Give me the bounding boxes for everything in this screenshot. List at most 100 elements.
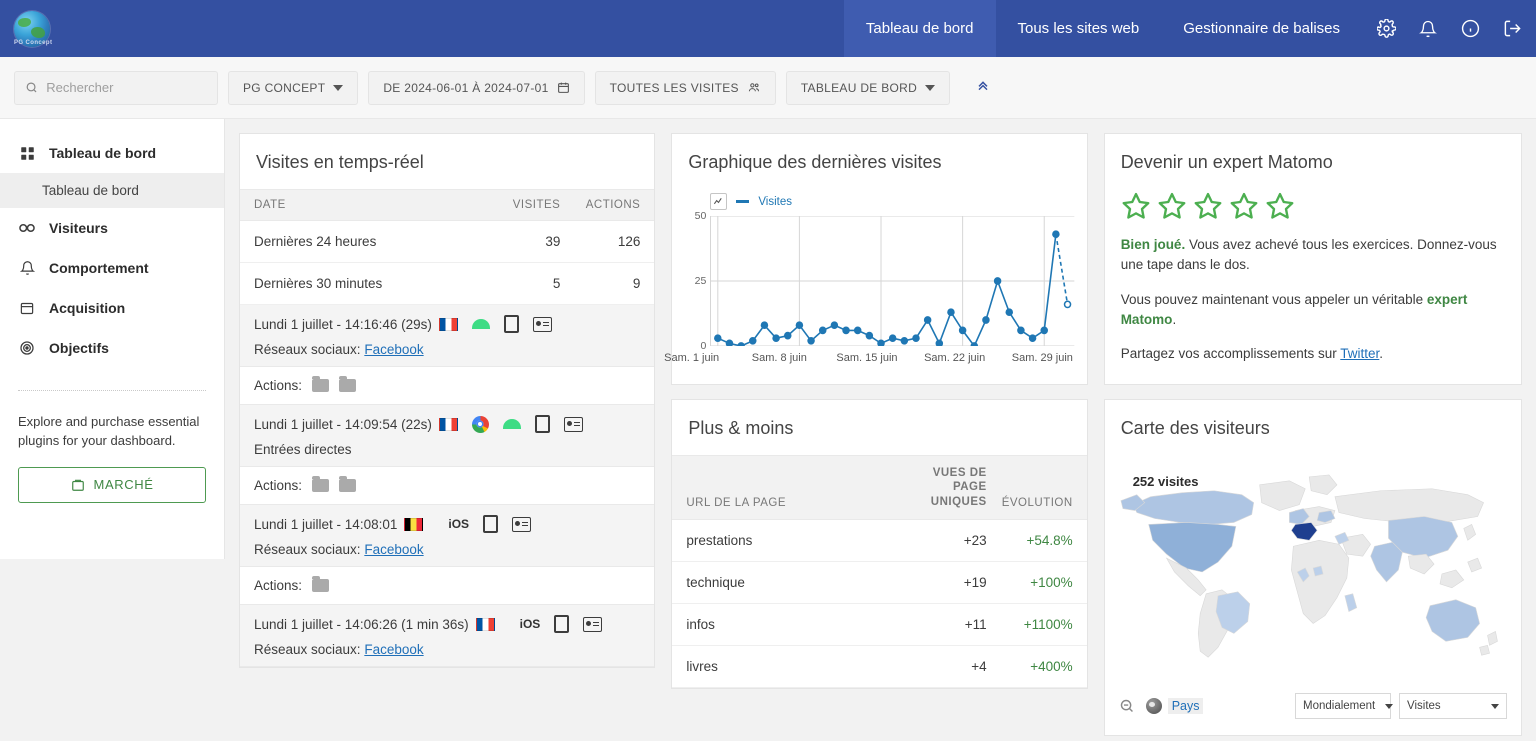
table-row[interactable]: prestations +23 +54.8%: [672, 520, 1087, 563]
world-map[interactable]: 252 visites: [1115, 455, 1511, 687]
visit-entry[interactable]: Lundi 1 juillet - 14:16:46 (29s) Réseaux…: [240, 305, 655, 367]
page-icon[interactable]: [312, 476, 330, 492]
chart-point[interactable]: [902, 338, 908, 344]
sidebar-item-tableau-de-bord[interactable]: Tableau de bord: [0, 133, 224, 173]
referrer-link[interactable]: Facebook: [364, 542, 423, 557]
search-box[interactable]: [14, 70, 218, 105]
visit-time: Lundi 1 juillet - 14:16:46 (29s): [254, 316, 432, 332]
nav-tous-les-sites-web[interactable]: Tous les sites web: [996, 0, 1162, 57]
chart-point[interactable]: [843, 327, 849, 333]
chart-point[interactable]: [797, 322, 803, 328]
chart-point[interactable]: [948, 309, 954, 315]
chart-point[interactable]: [1018, 327, 1024, 333]
sidebar-item-comportement[interactable]: Comportement: [0, 248, 224, 288]
logo-caption: PG Concept: [14, 40, 53, 46]
summary-visits: 39: [545, 234, 561, 249]
chart-point[interactable]: [1065, 301, 1071, 307]
twitter-link[interactable]: Twitter: [1340, 346, 1379, 361]
search-input[interactable]: [46, 80, 207, 95]
chart-point[interactable]: [867, 333, 873, 339]
map-scope-value: Mondialement: [1303, 700, 1376, 713]
sidebar-label: Visiteurs: [49, 220, 108, 236]
zoom-out-icon[interactable]: [1119, 698, 1136, 715]
sidebar-item-visiteurs[interactable]: Visiteurs: [0, 208, 224, 248]
flag-belgium-icon: [404, 517, 424, 531]
chart-point[interactable]: [1042, 327, 1048, 333]
chart-point[interactable]: [855, 327, 861, 333]
page-icon[interactable]: [339, 476, 357, 492]
row-views: +4: [971, 659, 987, 675]
visit-entry[interactable]: Lundi 1 juillet - 14:09:54 (22s) Entrées…: [240, 405, 655, 467]
chevron-down-icon: [1385, 703, 1394, 709]
archive-icon: [18, 299, 36, 317]
chart-point[interactable]: [913, 335, 919, 341]
table-row[interactable]: infos +11 +1100%: [672, 604, 1087, 647]
chart-point[interactable]: [1053, 231, 1059, 237]
expert-text-3a: Partagez vos accomplissements sur: [1120, 346, 1341, 361]
table-row[interactable]: livres +4 +400%: [672, 646, 1087, 689]
chart-point[interactable]: [1007, 309, 1013, 315]
map-country-label: Pays: [1167, 698, 1204, 715]
chart-point[interactable]: [1030, 335, 1036, 341]
collapse-toolbar-button[interactable]: [966, 73, 1000, 102]
visitor-profile-icon[interactable]: [563, 416, 583, 432]
sidebar-subitem-tableau-de-bord[interactable]: Tableau de bord: [0, 173, 224, 208]
date-range-button[interactable]: DE 2024-06-01 À 2024-07-01: [368, 70, 585, 105]
mobile-icon: [534, 415, 550, 433]
star-icon: [1158, 192, 1186, 219]
page-icon[interactable]: [312, 576, 330, 592]
table-row[interactable]: Dernières 30 minutes 5 9: [240, 263, 655, 305]
marche-button[interactable]: MARCHÉ: [18, 466, 206, 503]
table-row[interactable]: Dernières 24 heures 39 126: [240, 221, 655, 263]
filter-bar: PG CONCEPT DE 2024-06-01 À 2024-07-01 TO…: [0, 57, 1536, 119]
summary-actions: 126: [617, 234, 641, 249]
x-tick-label: Sam. 29 juin: [1011, 352, 1073, 364]
logo[interactable]: PG Concept: [0, 0, 210, 57]
sidebar-item-acquisition[interactable]: Acquisition: [0, 288, 224, 328]
gear-icon[interactable]: [1376, 19, 1396, 39]
column-actions: ACTIONS: [585, 199, 641, 211]
chart-point[interactable]: [715, 335, 721, 341]
dashboard-selector-button[interactable]: TABLEAU DE BORD: [785, 70, 951, 105]
chart-x-axis: Sam. 1 juin Sam. 8 juin Sam. 15 juin Sam. 2…: [664, 346, 1074, 370]
map-metric-select[interactable]: Visites: [1399, 693, 1508, 720]
chart-point[interactable]: [808, 338, 814, 344]
map-scope-select[interactable]: Mondialement: [1295, 693, 1394, 720]
chart-point[interactable]: [960, 327, 966, 333]
nav-gestionnaire-de-balises[interactable]: Gestionnaire de balises: [1161, 0, 1362, 57]
table-row[interactable]: technique +19 +100%: [672, 562, 1087, 605]
chevron-double-up-icon: [978, 81, 988, 91]
map-country-toggle[interactable]: Pays: [1145, 698, 1204, 715]
visitor-profile-icon[interactable]: [532, 316, 552, 332]
visitor-profile-icon[interactable]: [512, 516, 532, 532]
page-icon[interactable]: [312, 376, 330, 392]
chart-point[interactable]: [750, 338, 756, 344]
logout-icon[interactable]: [1502, 19, 1522, 39]
visit-entry[interactable]: Lundi 1 juillet - 14:06:26 (1 min 36s) i…: [240, 605, 655, 667]
info-icon[interactable]: [1460, 19, 1480, 39]
chart-point[interactable]: [832, 322, 838, 328]
chart-point[interactable]: [762, 322, 768, 328]
visit-entry[interactable]: Lundi 1 juillet - 14:08:01 iOS Réseaux s…: [240, 505, 655, 567]
chart-point[interactable]: [773, 335, 779, 341]
bell-icon[interactable]: [1418, 19, 1438, 39]
sidebar-item-objectifs[interactable]: Objectifs: [0, 328, 224, 368]
nav-tableau-de-bord[interactable]: Tableau de bord: [843, 0, 996, 57]
segment-button[interactable]: TOUTES LES VISITES: [594, 70, 776, 105]
referrer-link[interactable]: Facebook: [364, 342, 423, 357]
row-url: livres: [686, 659, 718, 675]
flag-france-icon: [438, 417, 458, 431]
page-icon[interactable]: [339, 376, 357, 392]
chart-type-icon[interactable]: [710, 193, 728, 210]
referrer-link[interactable]: Facebook: [364, 642, 423, 657]
visitor-profile-icon[interactable]: [583, 616, 603, 632]
chart-point[interactable]: [995, 278, 1001, 284]
chart-point[interactable]: [820, 327, 826, 333]
site-selector-button[interactable]: PG CONCEPT: [228, 70, 359, 105]
chart-point[interactable]: [890, 335, 896, 341]
legend-swatch: [736, 200, 750, 203]
chart-point[interactable]: [925, 317, 931, 323]
map-title: Carte des visiteurs: [1120, 418, 1270, 439]
chart-point[interactable]: [785, 333, 791, 339]
chart-point[interactable]: [983, 317, 989, 323]
